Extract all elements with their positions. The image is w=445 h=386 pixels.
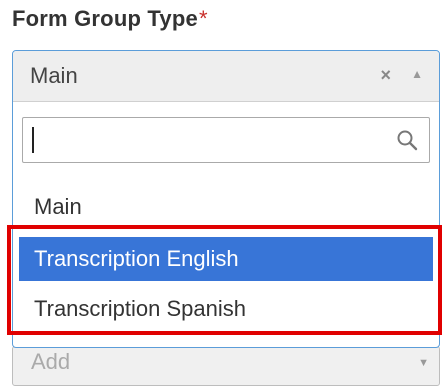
form-group-type-label: Form Group Type*: [12, 6, 208, 32]
select-current-value[interactable]: Main × ▲: [13, 51, 439, 102]
clear-selection-icon[interactable]: ×: [380, 65, 391, 86]
selected-value: Main: [30, 63, 78, 88]
second-select-value: Add: [31, 349, 71, 374]
dropdown-search-input[interactable]: [23, 118, 383, 162]
annotation-highlight-box: [7, 225, 442, 335]
required-asterisk: *: [198, 6, 208, 31]
option-main[interactable]: Main: [19, 185, 433, 229]
second-select[interactable]: Add ▼: [12, 346, 440, 386]
chevron-down-icon: ▼: [418, 357, 429, 369]
chevron-up-icon[interactable]: ▲: [411, 67, 423, 81]
dropdown-search-field[interactable]: [22, 117, 430, 163]
label-text: Form Group Type: [12, 6, 198, 31]
search-icon: [397, 130, 418, 151]
